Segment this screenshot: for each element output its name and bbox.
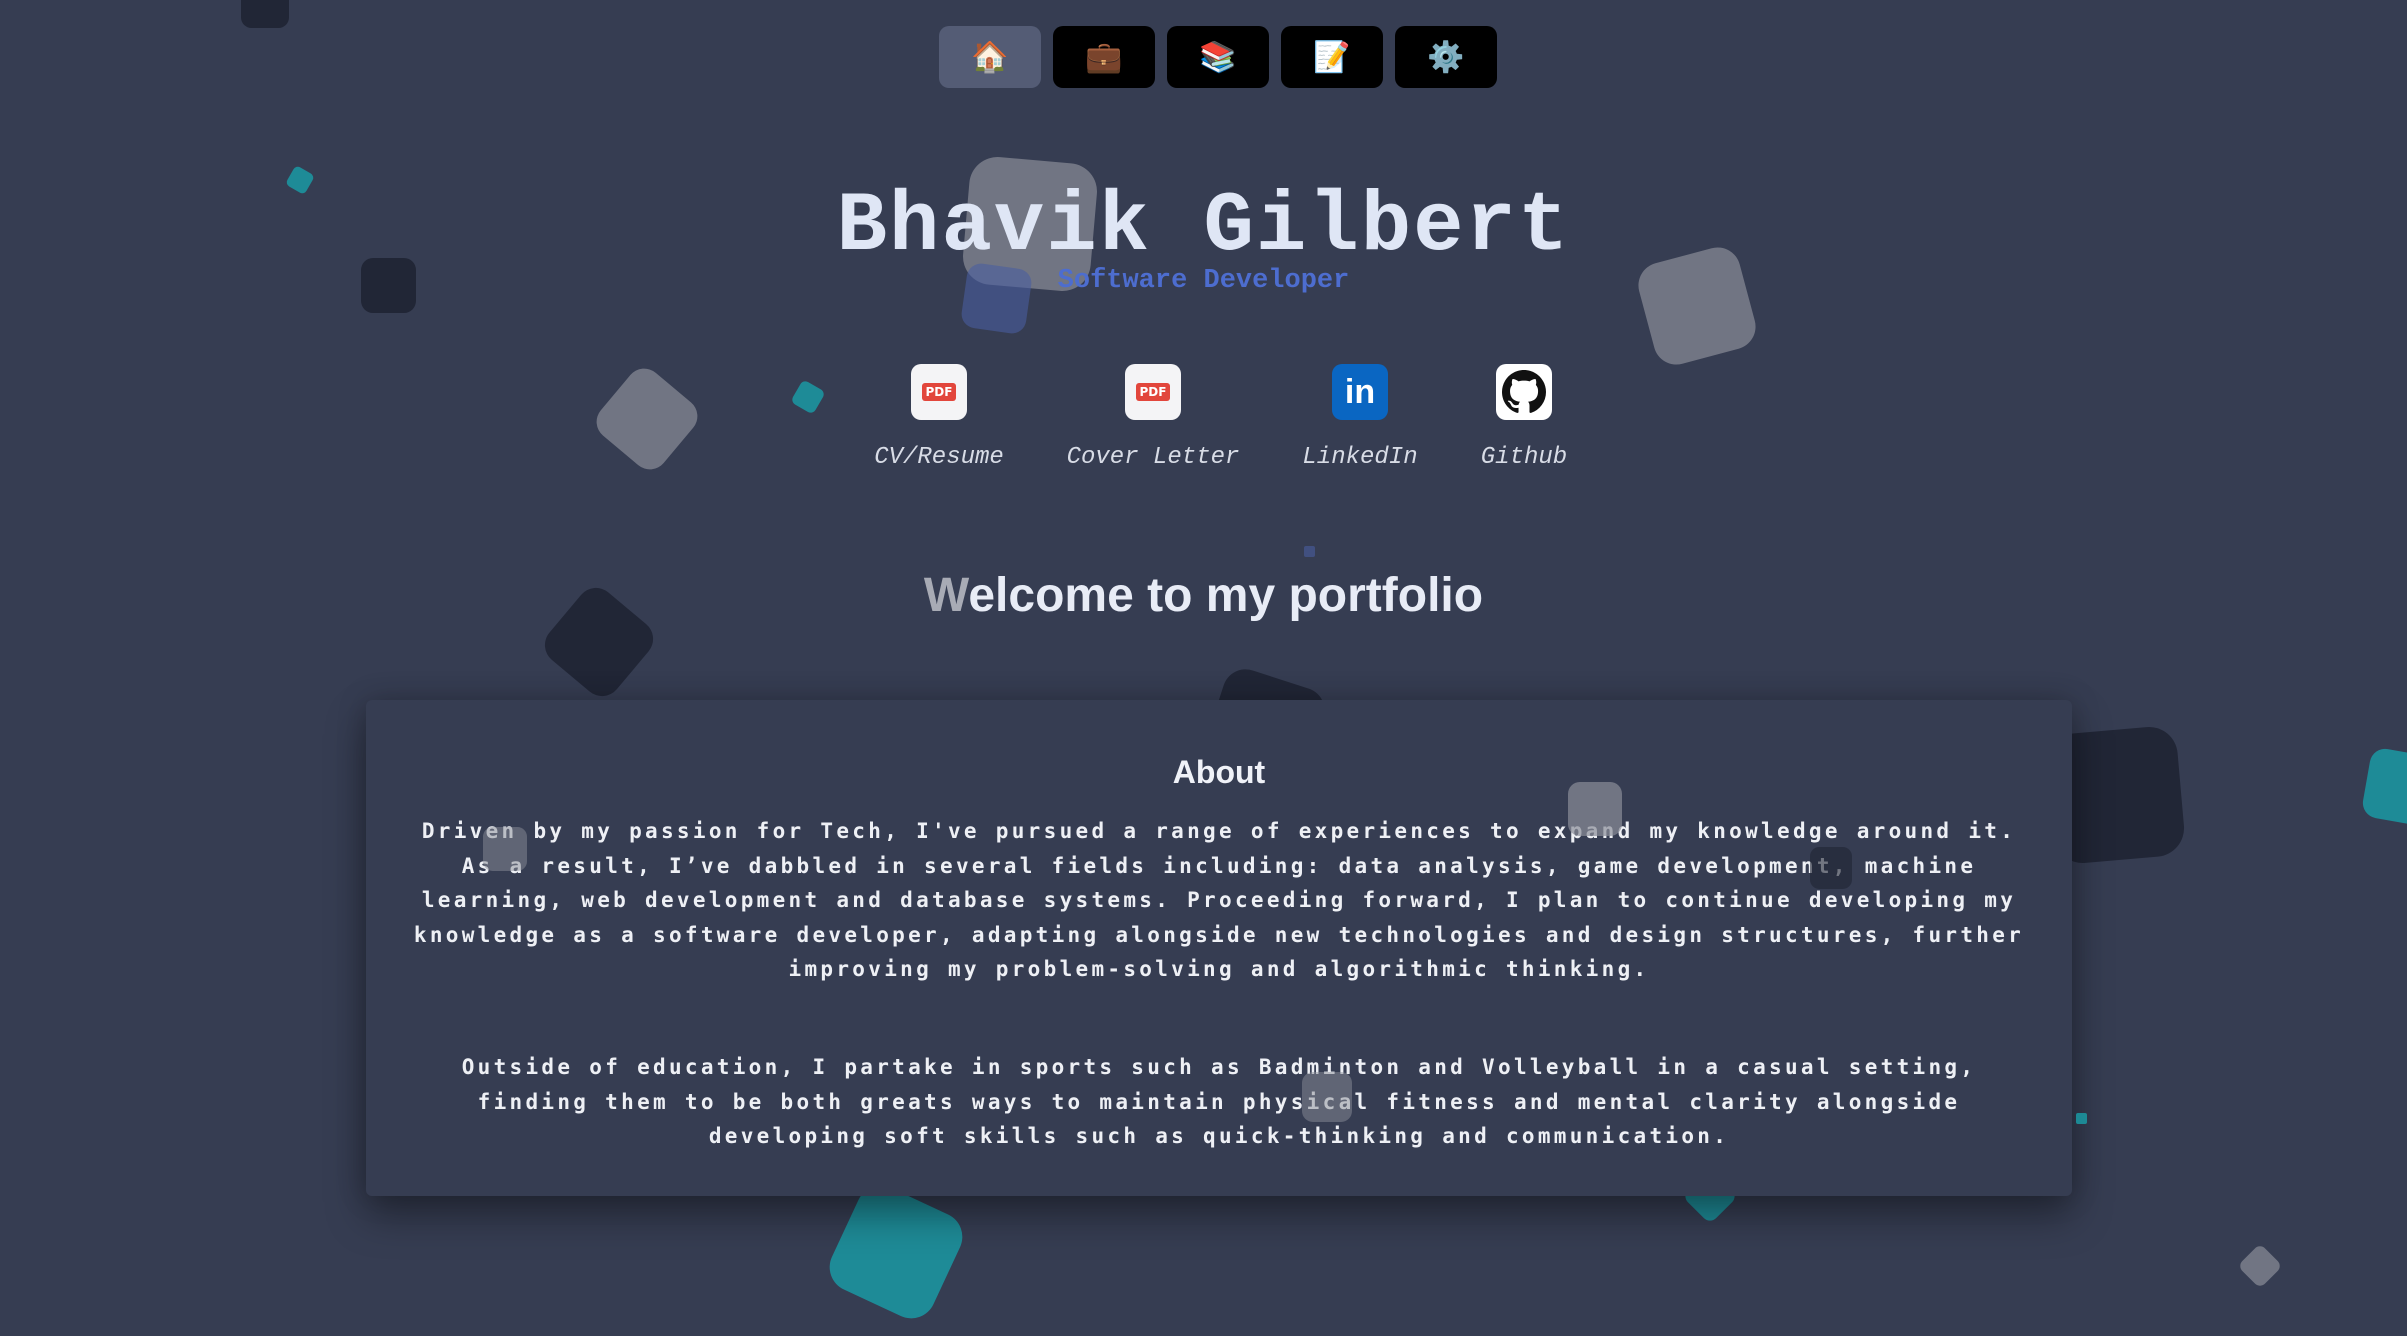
link-label: CV/Resume	[874, 444, 1004, 471]
nav-button-briefcase[interactable]: 💼	[1053, 26, 1155, 88]
decorative-square	[483, 827, 527, 871]
decorative-square	[1304, 546, 1315, 557]
nav-button-books[interactable]: 📚	[1167, 26, 1269, 88]
about-paragraph: Driven by my passion for Tech, I've purs…	[413, 819, 2025, 981]
books-icon: 📚	[1199, 39, 1237, 75]
memo-icon: 📝	[1313, 39, 1351, 75]
house-icon: 🏠	[971, 39, 1009, 75]
linkedin-icon: in	[1332, 364, 1388, 420]
pdf-icon: PDF	[911, 364, 967, 420]
about-card: About Driven by my passion for Tech, I'v…	[366, 700, 2072, 1196]
decorative-square	[589, 361, 705, 477]
cover-letter-link[interactable]: PDF Cover Letter	[1043, 364, 1263, 471]
pdf-icon: PDF	[1125, 364, 1181, 420]
decorative-square	[2237, 1243, 2283, 1289]
about-title: About	[1172, 754, 1266, 790]
gear-icon: ⚙️	[1427, 39, 1465, 75]
decorative-square	[1810, 847, 1852, 889]
link-label: Cover Letter	[1066, 444, 1240, 471]
decorative-square	[1302, 1072, 1352, 1122]
decorative-square	[2076, 1113, 2087, 1124]
github-icon	[1496, 364, 1552, 420]
nav-button-gear[interactable]: ⚙️	[1395, 26, 1497, 88]
about-paragraph: Outside of education, I partake in sport…	[461, 1055, 1977, 1148]
top-nav: 🏠 💼 📚 📝 ⚙️	[939, 26, 1497, 88]
page-title: Bhavik Gilbert	[836, 180, 1571, 275]
decorative-square	[790, 379, 826, 415]
decorative-square	[2360, 746, 2407, 828]
decorative-square	[821, 1177, 971, 1327]
briefcase-icon: 💼	[1085, 39, 1123, 75]
nav-button-memo[interactable]: 📝	[1281, 26, 1383, 88]
link-label: Github	[1480, 444, 1568, 471]
welcome-heading: Welcome to my portfolio	[923, 569, 1484, 622]
decorative-square	[1568, 782, 1622, 836]
cv-resume-link[interactable]: PDF CV/Resume	[829, 364, 1049, 471]
decorative-square	[241, 0, 289, 28]
nav-button-house[interactable]: 🏠	[939, 26, 1041, 88]
subtitle: Software Developer	[1057, 266, 1350, 296]
github-link[interactable]: Github	[1414, 364, 1634, 471]
